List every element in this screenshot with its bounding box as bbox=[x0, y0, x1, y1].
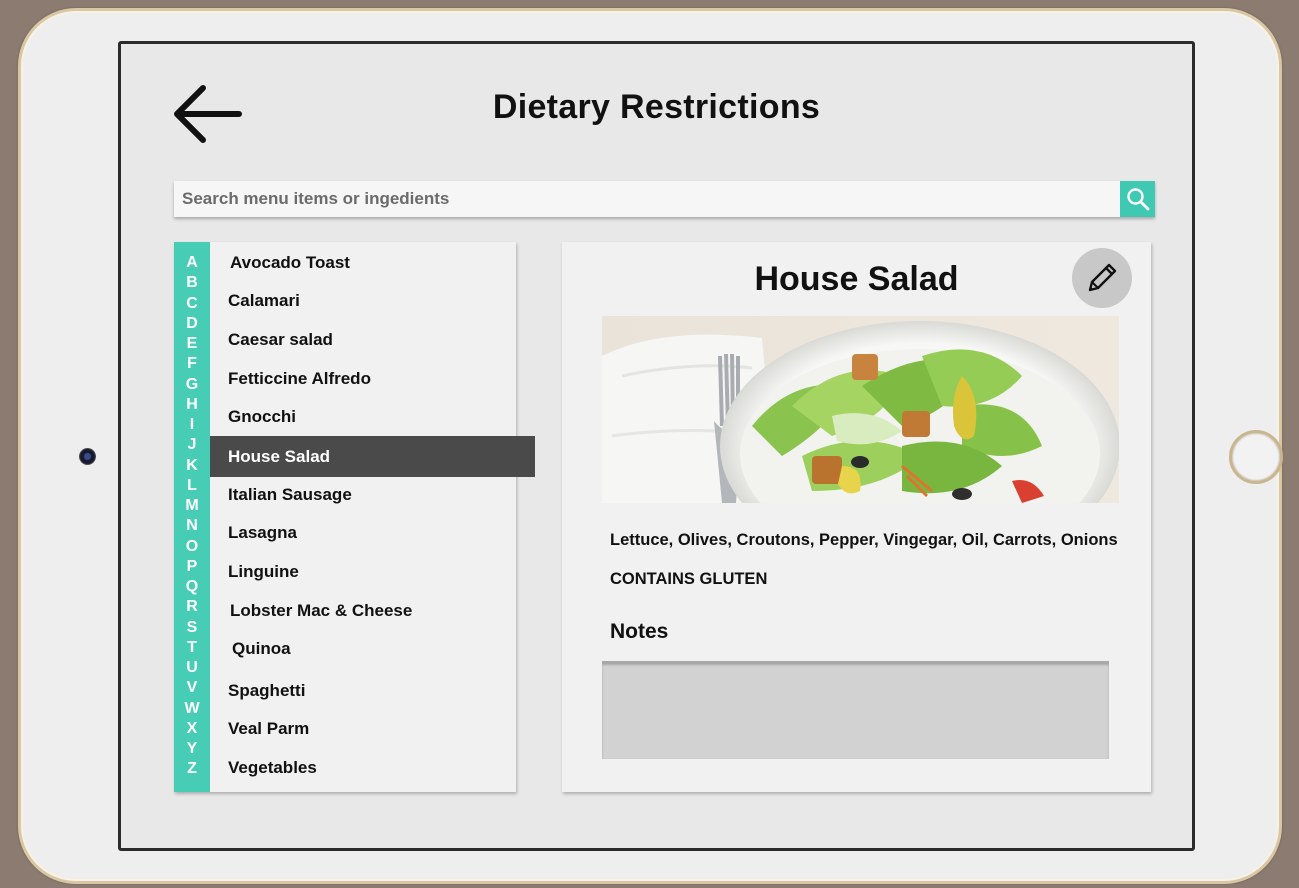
alphabet-letter-e[interactable]: E bbox=[174, 334, 210, 354]
alphabet-letter-o[interactable]: O bbox=[174, 537, 210, 557]
menu-list-panel: ABCDEFGHIJKLMNOPQRSTUVWXYZ Avocado Toast… bbox=[174, 242, 535, 792]
item-detail-panel: House Salad Lettuce, Olives, Croutons, P… bbox=[562, 242, 1151, 792]
menu-item-linguine[interactable]: Linguine bbox=[210, 553, 516, 591]
alphabet-letter-r[interactable]: R bbox=[174, 597, 210, 617]
house-salad-photo bbox=[602, 316, 1119, 503]
alphabet-letter-m[interactable]: M bbox=[174, 496, 210, 516]
search-bar bbox=[174, 181, 1155, 217]
alphabet-letter-h[interactable]: H bbox=[174, 395, 210, 415]
alphabet-letter-k[interactable]: K bbox=[174, 456, 210, 476]
menu-item-fetticcine-alfredo[interactable]: Fetticcine Alfredo bbox=[210, 360, 516, 398]
edit-button[interactable] bbox=[1072, 248, 1132, 308]
alphabet-letter-w[interactable]: W bbox=[174, 699, 210, 719]
menu-item-calamari[interactable]: Calamari bbox=[210, 282, 516, 320]
menu-item-house-salad[interactable]: House Salad bbox=[210, 436, 535, 477]
alphabet-letter-f[interactable]: F bbox=[174, 354, 210, 374]
home-button[interactable] bbox=[1229, 430, 1283, 484]
alphabet-letter-g[interactable]: G bbox=[174, 375, 210, 395]
menu-item-vegetables[interactable]: Vegetables bbox=[210, 749, 516, 787]
alphabet-letter-c[interactable]: C bbox=[174, 294, 210, 314]
alphabet-letter-s[interactable]: S bbox=[174, 618, 210, 638]
alphabet-letter-u[interactable]: U bbox=[174, 658, 210, 678]
alphabet-letter-y[interactable]: Y bbox=[174, 739, 210, 759]
page-title: Dietary Restrictions bbox=[492, 88, 821, 126]
app-screen: Dietary Restrictions ABCDEFGHIJKLMNOPQRS… bbox=[118, 41, 1195, 851]
ingredients-text: Lettuce, Olives, Croutons, Pepper, Vinge… bbox=[610, 531, 1118, 549]
search-input[interactable] bbox=[174, 181, 1119, 217]
alphabet-letter-l[interactable]: L bbox=[174, 476, 210, 496]
item-title: House Salad bbox=[754, 260, 959, 298]
menu-item-lobster-mac-cheese[interactable]: Lobster Mac & Cheese bbox=[212, 592, 518, 630]
menu-item-avocado-toast[interactable]: Avocado Toast bbox=[212, 244, 518, 282]
menu-item-quinoa[interactable]: Quinoa bbox=[214, 630, 520, 668]
menu-item-spaghetti[interactable]: Spaghetti bbox=[210, 672, 516, 710]
alphabet-letter-x[interactable]: X bbox=[174, 719, 210, 739]
alphabet-letter-a[interactable]: A bbox=[174, 253, 210, 273]
menu-item-lasagna[interactable]: Lasagna bbox=[210, 514, 516, 552]
alphabet-index: ABCDEFGHIJKLMNOPQRSTUVWXYZ bbox=[174, 242, 210, 792]
search-button[interactable] bbox=[1120, 181, 1155, 217]
menu-item-veal-parm[interactable]: Veal Parm bbox=[210, 710, 516, 748]
menu-item-gnocchi[interactable]: Gnocchi bbox=[210, 398, 516, 436]
menu-item-caesar-salad[interactable]: Caesar salad bbox=[210, 321, 516, 359]
front-camera bbox=[79, 448, 96, 465]
notes-label: Notes bbox=[610, 620, 669, 643]
alphabet-letter-n[interactable]: N bbox=[174, 516, 210, 536]
alphabet-letter-z[interactable]: Z bbox=[174, 759, 210, 779]
alphabet-letter-i[interactable]: I bbox=[174, 415, 210, 435]
alphabet-letter-v[interactable]: V bbox=[174, 678, 210, 698]
alphabet-letter-j[interactable]: J bbox=[174, 435, 210, 455]
search-icon bbox=[1126, 188, 1149, 211]
allergen-warning: CONTAINS GLUTEN bbox=[610, 570, 768, 588]
alphabet-letter-t[interactable]: T bbox=[174, 638, 210, 658]
alphabet-letter-d[interactable]: D bbox=[174, 314, 210, 334]
notes-field[interactable] bbox=[602, 661, 1109, 759]
pencil-icon bbox=[1088, 263, 1117, 292]
alphabet-letter-b[interactable]: B bbox=[174, 273, 210, 293]
menu-item-italian-sausage[interactable]: Italian Sausage bbox=[210, 476, 516, 514]
alphabet-letter-p[interactable]: P bbox=[174, 557, 210, 577]
alphabet-letter-q[interactable]: Q bbox=[174, 577, 210, 597]
